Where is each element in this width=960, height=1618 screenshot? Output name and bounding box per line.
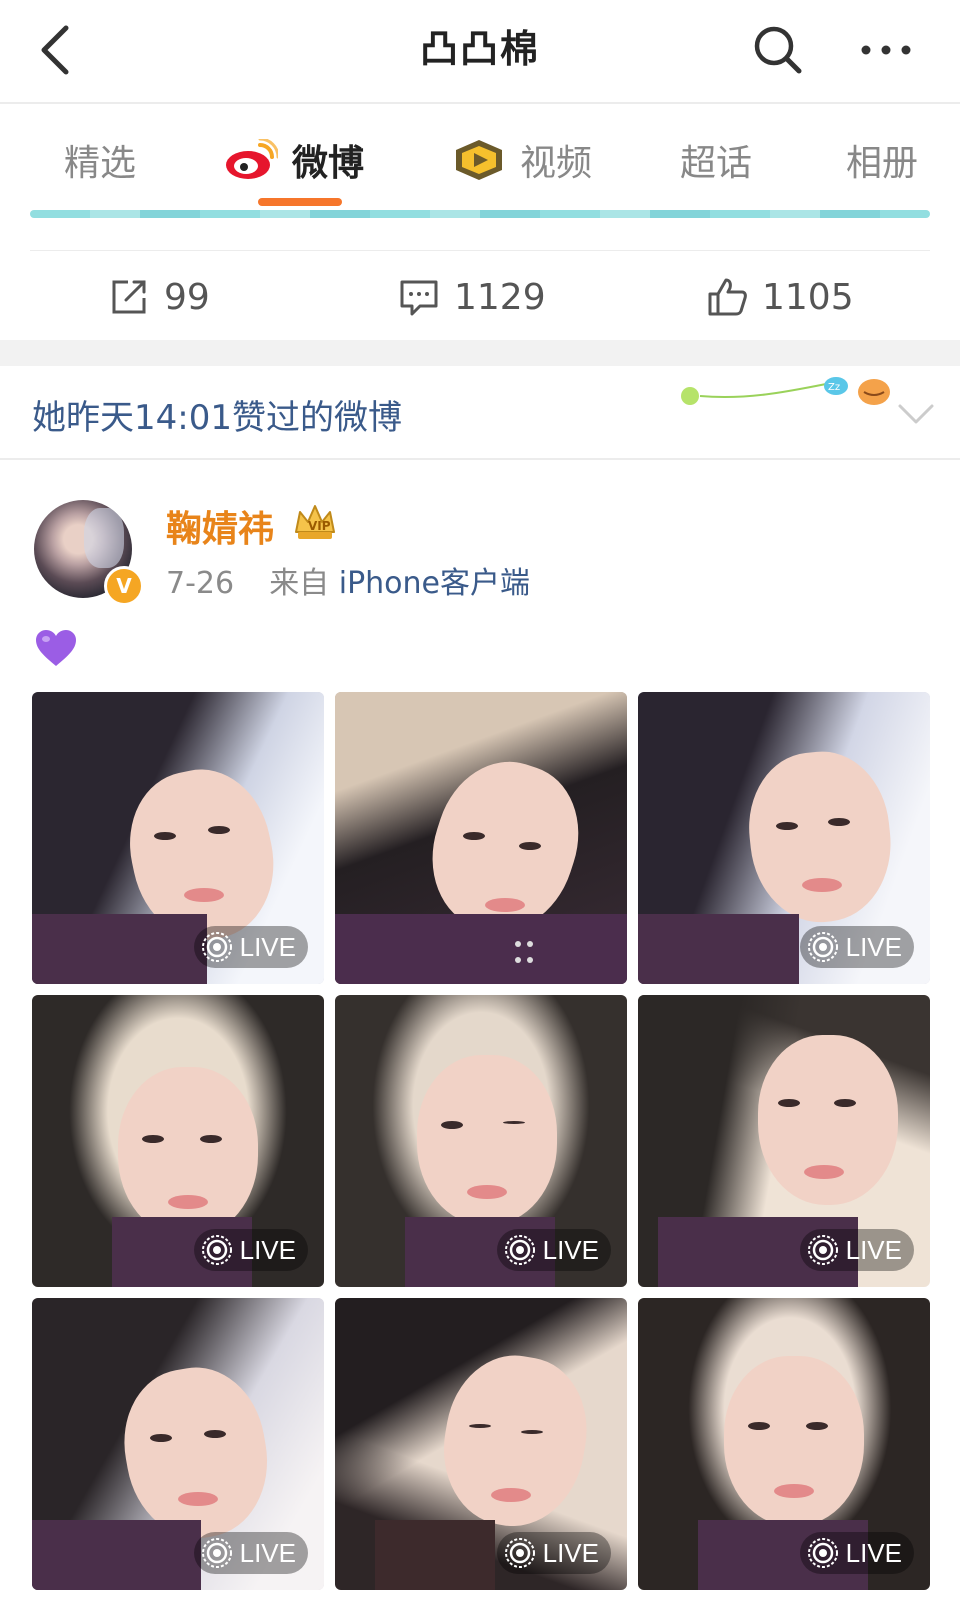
live-badge: LIVE — [799, 1532, 914, 1574]
weibo-logo-icon — [226, 139, 278, 179]
repost-button[interactable]: 99 — [108, 272, 210, 322]
live-badge: LIVE — [193, 1532, 308, 1574]
post-from-prefix: 来自 — [269, 566, 330, 601]
post-image[interactable]: LIVE — [638, 1298, 930, 1590]
post-image[interactable] — [335, 692, 627, 984]
post-source[interactable]: iPhone客户端 — [339, 566, 530, 601]
post-meta: 7-26 来自 iPhone客户端 — [166, 558, 530, 602]
post-image[interactable]: LIVE — [32, 692, 324, 984]
repost-icon — [112, 280, 146, 314]
liked-header: 她昨天14:01赞过的微博 Zz — [0, 366, 960, 460]
liked-label: 她昨天14:01赞过的微博 — [32, 398, 402, 438]
svg-text:Zz: Zz — [828, 382, 840, 393]
post-image[interactable]: LIVE — [335, 995, 627, 1287]
live-badge: LIVE — [193, 926, 308, 968]
comment-icon — [400, 280, 438, 316]
live-photo-icon — [807, 932, 838, 962]
verified-badge-icon: V — [104, 566, 144, 606]
post-image[interactable]: LIVE — [32, 1298, 324, 1590]
svg-text:VIP: VIP — [308, 519, 331, 533]
live-badge: LIVE — [799, 926, 914, 968]
live-label: LIVE — [845, 931, 902, 962]
search-icon[interactable] — [752, 24, 804, 76]
top-bar: 凸凸棉 — [0, 0, 960, 100]
loading-dots-icon — [515, 941, 533, 963]
tab-label: 超话 — [680, 143, 753, 184]
post-date: 7-26 — [166, 566, 235, 601]
tab-label: 微博 — [292, 143, 365, 184]
video-logo-icon — [456, 140, 502, 180]
post-image[interactable]: LIVE — [638, 995, 930, 1287]
live-photo-icon — [201, 932, 232, 962]
live-label: LIVE — [239, 1234, 296, 1265]
live-badge: LIVE — [496, 1532, 611, 1574]
tab-album[interactable]: 相册 — [846, 134, 918, 186]
tab-weibo[interactable]: 微博 — [224, 134, 364, 186]
post-image[interactable]: LIVE — [638, 692, 930, 984]
comment-count: 1129 — [454, 276, 546, 318]
tab-label: 相册 — [846, 143, 919, 184]
live-label: LIVE — [542, 1537, 599, 1568]
tab-super-topic[interactable]: 超话 — [680, 134, 752, 186]
tab-label: 视频 — [520, 143, 593, 184]
tab-bar: 精选 微博 视频 超话 相册 — [0, 104, 960, 212]
live-badge: LIVE — [193, 1229, 308, 1271]
live-label: LIVE — [239, 1537, 296, 1568]
live-photo-icon — [504, 1235, 535, 1265]
tab-label: 精选 — [64, 143, 137, 184]
divider — [30, 250, 930, 251]
live-label: LIVE — [845, 1537, 902, 1568]
section-separator — [0, 340, 960, 366]
post-image[interactable]: LIVE — [32, 995, 324, 1287]
page-title: 凸凸棉 — [419, 27, 540, 71]
comment-button[interactable]: 1129 — [398, 272, 546, 322]
live-photo-icon — [807, 1235, 838, 1265]
live-photo-icon — [504, 1538, 535, 1568]
live-label: LIVE — [845, 1234, 902, 1265]
like-count: 1105 — [762, 276, 854, 318]
chevron-down-icon[interactable] — [896, 398, 936, 428]
active-tab-indicator — [258, 198, 342, 206]
purple-heart-icon — [36, 630, 76, 666]
sleeping-cat-decoration-icon: Zz — [681, 377, 890, 405]
tab-video[interactable]: 视频 — [452, 134, 592, 186]
live-photo-icon — [201, 1235, 232, 1265]
like-button[interactable]: 1105 — [706, 272, 854, 322]
tab-featured[interactable]: 精选 — [64, 134, 136, 186]
live-photo-icon — [201, 1538, 232, 1568]
author-name[interactable]: 鞠婧祎 — [166, 500, 274, 552]
more-icon[interactable] — [856, 30, 916, 70]
live-badge: LIVE — [496, 1229, 611, 1271]
vip-crown-icon: VIP — [295, 505, 335, 539]
live-photo-icon — [807, 1538, 838, 1568]
thumbs-up-icon — [708, 278, 747, 316]
repost-count: 99 — [164, 276, 210, 318]
post-image[interactable]: LIVE — [335, 1298, 627, 1590]
live-badge: LIVE — [799, 1229, 914, 1271]
previous-post-image-edge — [30, 210, 930, 218]
live-label: LIVE — [542, 1234, 599, 1265]
live-label: LIVE — [239, 931, 296, 962]
